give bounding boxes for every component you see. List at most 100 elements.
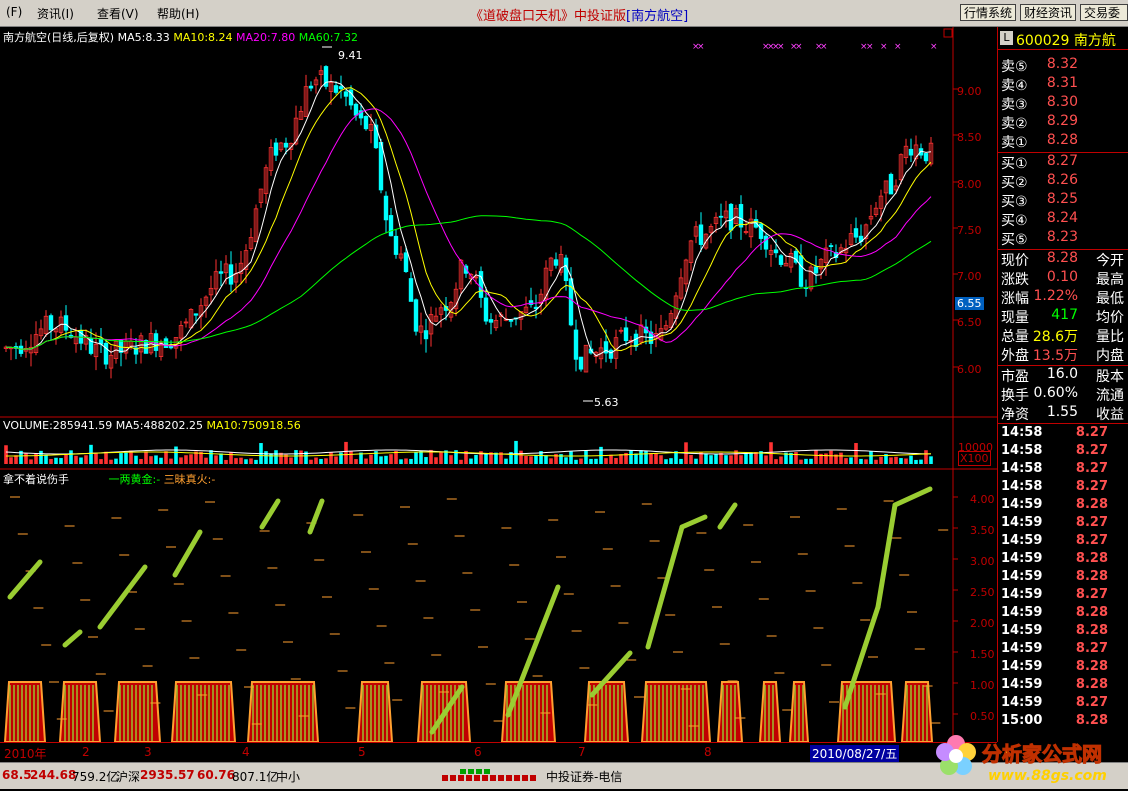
tick-price: 8.27 <box>1075 425 1108 440</box>
menu-file[interactable]: (F) <box>6 5 22 19</box>
volume-bar <box>724 455 728 464</box>
candle-body <box>698 224 704 245</box>
volume-bar <box>189 454 193 464</box>
trade-button[interactable]: 交易委 <box>1080 4 1128 21</box>
indicator-axis-tick: 4.00 <box>970 493 995 506</box>
stat-4: 总量 28.6万 量比 <box>998 326 1128 345</box>
gold-line <box>717 502 738 530</box>
tick-row: 14:59 8.27 <box>998 587 1128 605</box>
volume-bar <box>609 454 613 464</box>
volume-bar <box>549 458 553 464</box>
volume-bar <box>899 458 903 464</box>
tick-price: 8.27 <box>1075 641 1108 656</box>
volume-bar <box>219 453 223 464</box>
volume-bar <box>139 458 143 464</box>
tick-time: 14:58 <box>1001 443 1043 458</box>
gold-line <box>875 502 898 610</box>
hs-index-label: 沪深 <box>116 770 141 784</box>
buy-level-5: 买⑤ 8.23 <box>998 229 1128 248</box>
volume-bar <box>754 452 758 464</box>
volume-bar <box>849 457 853 464</box>
signal-x-mark: × <box>880 42 888 52</box>
gold-line <box>892 486 933 508</box>
candle-body <box>423 330 429 340</box>
menu-help[interactable]: 帮助(H) <box>157 5 199 22</box>
quote-extra-key: 最高 <box>1096 272 1124 288</box>
quote-value: 8.26 <box>1046 172 1078 188</box>
signal-x-mark: × <box>777 42 785 52</box>
quote-key: 买④ <box>1001 213 1028 229</box>
buy-level-3: 买③ 8.25 <box>998 191 1128 210</box>
volume-bar <box>664 459 668 464</box>
volume-bar <box>714 454 718 464</box>
indicator-block <box>113 681 162 742</box>
chart-svg[interactable]: ×× ×××× ×× ×× ×× × × × <box>0 27 997 742</box>
main-chart-legend: 南方航空(日线,后复权) MA5:8.33 MA10:8.24 MA20:7.8… <box>3 31 358 44</box>
volume-bar <box>654 453 658 464</box>
volume-bar <box>274 450 278 464</box>
quote-key: 买⑤ <box>1001 232 1028 248</box>
volume-bar <box>794 452 798 464</box>
volume-bar <box>379 456 383 464</box>
signal-x-mark: × <box>795 42 803 52</box>
candle-body <box>363 116 369 130</box>
quote-extra-key: 均价 <box>1096 310 1124 326</box>
logo-url: www.88gs.com <box>988 768 1107 784</box>
x-label-aug: 8 <box>704 745 712 759</box>
tick-price: 8.28 <box>1075 569 1108 584</box>
volume-bar <box>649 452 653 464</box>
quote-key: 市盈 <box>1001 369 1029 385</box>
hs-index-value: 2935.57 <box>140 768 195 782</box>
candle-body <box>338 86 344 90</box>
volume-bar <box>4 445 8 464</box>
volume-bar <box>34 453 38 464</box>
tick-time: 14:59 <box>1001 497 1043 512</box>
candle-body <box>573 329 579 360</box>
volume-bar <box>924 450 928 464</box>
tick-row: 14:58 8.27 <box>998 443 1128 461</box>
volume-bar <box>774 459 778 464</box>
quote-key: 卖① <box>1001 135 1028 151</box>
volume-bar <box>234 458 238 464</box>
gold-line <box>97 564 148 630</box>
tick-row: 14:59 8.27 <box>998 641 1128 659</box>
tick-row: 14:59 8.28 <box>998 551 1128 569</box>
list-icon[interactable]: L <box>1000 31 1013 45</box>
volume-bar <box>434 457 438 464</box>
tick-row: 14:59 8.27 <box>998 533 1128 551</box>
candle-body <box>488 319 494 323</box>
quote-system-button[interactable]: 行情系统 <box>960 4 1017 21</box>
candle-body <box>193 313 199 316</box>
tick-price: 8.28 <box>1075 605 1108 620</box>
chart-area[interactable]: × × × × × × × × × × × × × × × 南方航空(日线,后复权) MA5:8.33 MA… <box>0 27 998 742</box>
candle-body <box>718 215 724 218</box>
tick-price: 8.28 <box>1075 623 1108 638</box>
tick-price: 8.27 <box>1075 461 1108 476</box>
sell-level-2: 卖② 8.29 <box>998 113 1128 132</box>
stat-2: 涨幅 1.22% 最低 <box>998 288 1128 307</box>
volume-bar <box>869 451 873 464</box>
volume-bar <box>694 458 698 464</box>
quote-value: 8.30 <box>1046 94 1078 110</box>
volume-bar <box>404 458 408 464</box>
quote-key: 涨跌 <box>1001 272 1029 288</box>
volume-bar <box>644 450 648 464</box>
menu-view[interactable]: 查看(V) <box>97 5 139 22</box>
quote-value: 8.27 <box>1046 153 1078 169</box>
board-size-label: 中小 <box>276 770 301 784</box>
volume-bar <box>514 440 518 464</box>
finance-news-button[interactable]: 财经资讯 <box>1020 4 1077 21</box>
tick-row: 14:59 8.28 <box>998 569 1128 587</box>
ma10-line <box>5 87 932 352</box>
tick-time: 14:59 <box>1001 623 1043 638</box>
volume-bar <box>614 457 618 464</box>
sh-index-change: 244.68 <box>30 768 77 782</box>
candle-body <box>578 356 584 370</box>
menu-info[interactable]: 资讯(I) <box>37 5 74 22</box>
volume-bar <box>299 450 303 464</box>
volume-bar <box>9 457 13 464</box>
tick-time: 14:59 <box>1001 587 1043 602</box>
candle-body <box>633 333 639 347</box>
volume-bar <box>134 455 138 464</box>
candle-body <box>283 142 289 148</box>
